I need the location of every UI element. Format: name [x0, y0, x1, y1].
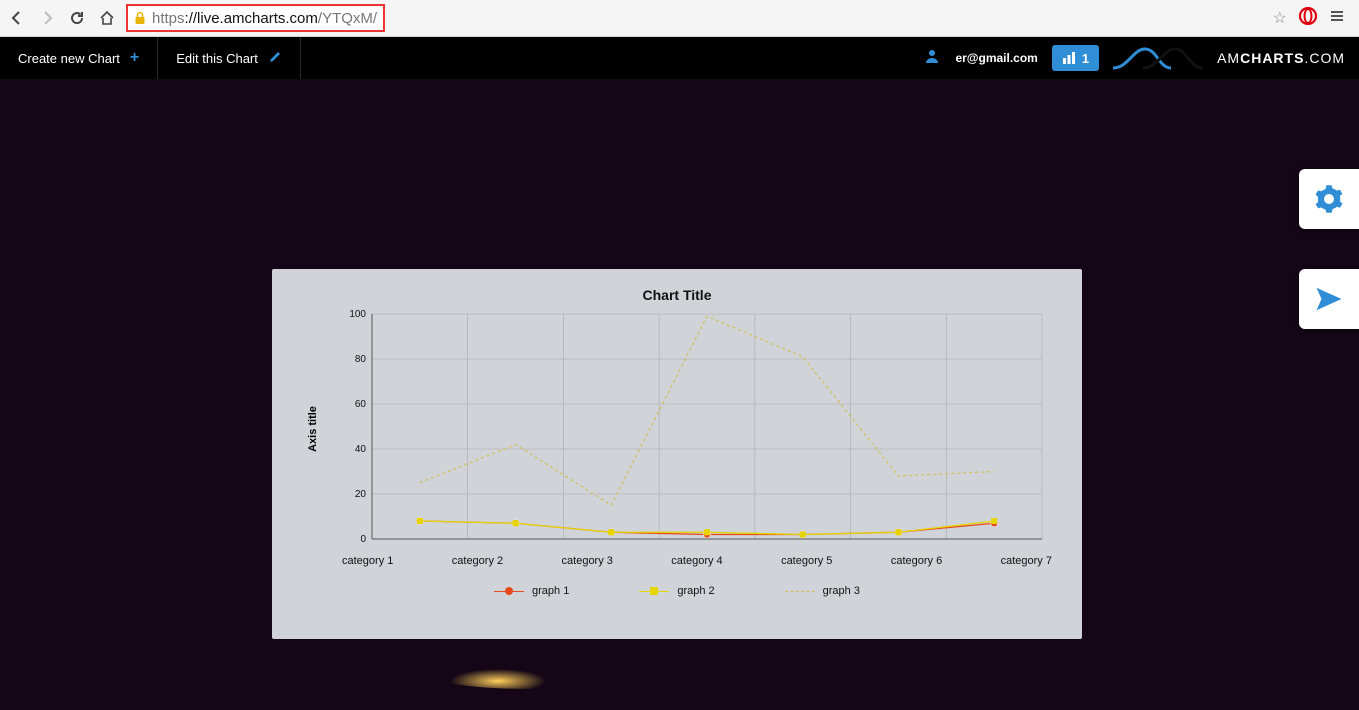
- chart-legend: graph 1 graph 2 graph 3: [272, 585, 1082, 597]
- gear-icon: [1314, 184, 1344, 214]
- legend-item[interactable]: graph 1: [494, 585, 569, 597]
- user-email[interactable]: er@gmail.com: [955, 51, 1037, 65]
- svg-text:40: 40: [355, 444, 367, 455]
- svg-text:20: 20: [355, 489, 367, 500]
- svg-text:0: 0: [360, 534, 366, 545]
- svg-text:100: 100: [349, 309, 366, 320]
- x-tick-label: category 4: [671, 555, 722, 567]
- bookmark-icon[interactable]: ☆: [1273, 8, 1287, 28]
- user-icon[interactable]: [923, 47, 941, 70]
- svg-text:80: 80: [355, 354, 367, 365]
- x-tick-label: category 1: [342, 555, 393, 567]
- x-axis-labels: category 1 category 2 category 3 category 4…: [342, 555, 1052, 567]
- x-tick-label: category 6: [891, 555, 942, 567]
- create-chart-button[interactable]: Create new Chart +: [0, 37, 158, 79]
- x-tick-label: category 7: [1001, 555, 1052, 567]
- stage: Chart Title Axis title 0 20 40 60 80 100 cate…: [0, 79, 1359, 710]
- brand-logo[interactable]: AMCHARTS.COM: [1217, 50, 1345, 66]
- bar-chart-icon: [1062, 51, 1076, 65]
- edit-chart-label: Edit this Chart: [176, 51, 258, 66]
- legend-label: graph 1: [532, 585, 569, 597]
- create-chart-label: Create new Chart: [18, 51, 120, 66]
- url-bar-highlighted[interactable]: https://live.amcharts.com/YTQxM/: [126, 4, 385, 32]
- badge-count: 1: [1082, 51, 1089, 66]
- browser-right-controls: ☆: [1273, 7, 1345, 30]
- home-button[interactable]: [96, 7, 118, 29]
- legend-item[interactable]: graph 3: [785, 585, 860, 597]
- paper-plane-icon: [1314, 284, 1344, 314]
- x-tick-label: category 3: [562, 555, 613, 567]
- back-button[interactable]: [6, 7, 28, 29]
- edit-chart-button[interactable]: Edit this Chart: [158, 37, 301, 79]
- x-tick-label: category 2: [452, 555, 503, 567]
- chart-card: Chart Title Axis title 0 20 40 60 80 100 cate…: [272, 269, 1082, 639]
- browser-toolbar: https://live.amcharts.com/YTQxM/ ☆: [0, 0, 1359, 37]
- charts-count-badge[interactable]: 1: [1052, 45, 1099, 71]
- x-tick-label: category 5: [781, 555, 832, 567]
- chart-plot: 0 20 40 60 80 100: [342, 309, 1052, 549]
- settings-button[interactable]: [1299, 169, 1359, 229]
- legend-item[interactable]: graph 2: [639, 585, 714, 597]
- reload-button[interactable]: [66, 7, 88, 29]
- logo-wave-icon: [1113, 43, 1203, 73]
- url-text: https://live.amcharts.com/YTQxM/: [152, 10, 377, 27]
- lock-icon: [134, 11, 146, 25]
- send-button[interactable]: [1299, 269, 1359, 329]
- svg-text:60: 60: [355, 399, 367, 410]
- plus-icon: +: [130, 49, 139, 67]
- legend-label: graph 3: [823, 585, 860, 597]
- legend-label: graph 2: [677, 585, 714, 597]
- chart-title: Chart Title: [272, 269, 1082, 309]
- pencil-icon: [268, 50, 282, 67]
- forward-button[interactable]: [36, 7, 58, 29]
- opera-icon[interactable]: [1299, 7, 1317, 30]
- app-toolbar: Create new Chart + Edit this Chart er@gm…: [0, 37, 1359, 79]
- y-axis-label: Axis title: [307, 406, 319, 452]
- menu-icon[interactable]: [1329, 8, 1345, 29]
